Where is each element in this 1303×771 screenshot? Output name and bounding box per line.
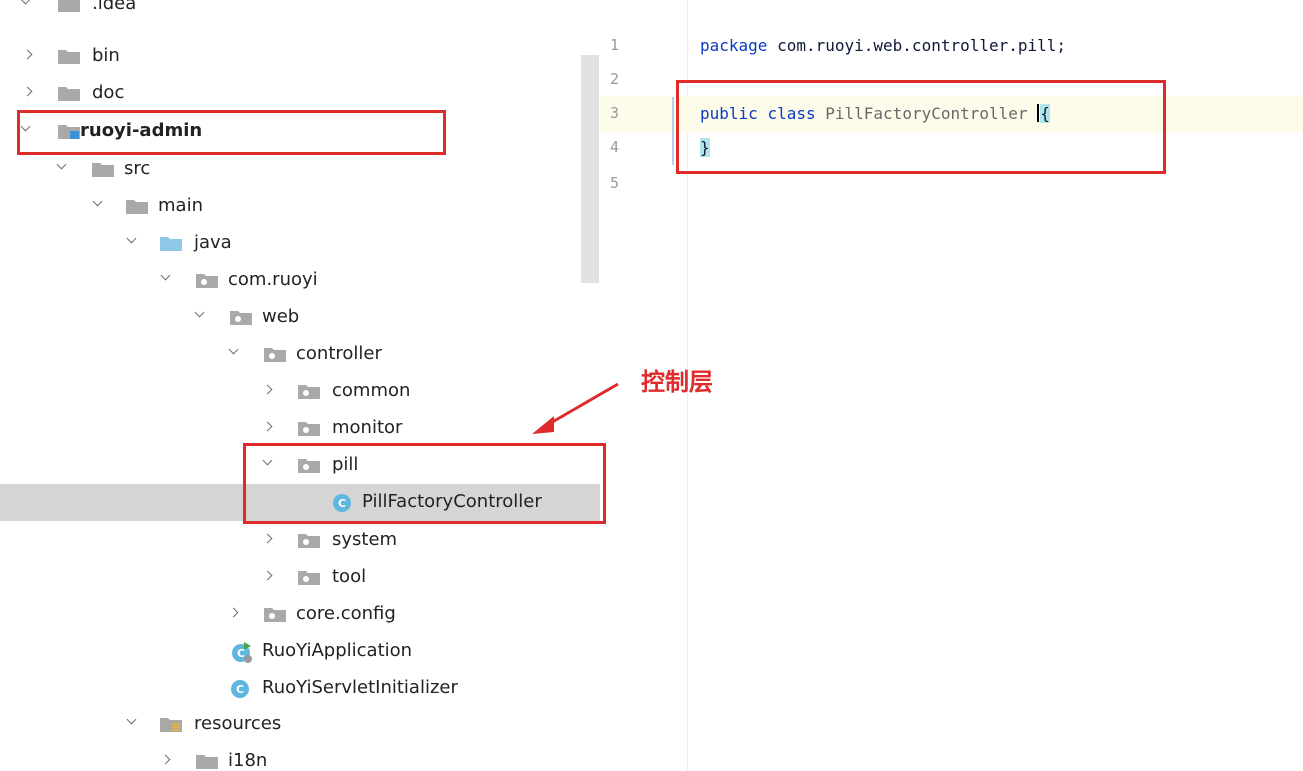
chevron-right-icon[interactable] [262, 533, 273, 544]
tree-item-label: doc [92, 82, 125, 103]
tree-item-web[interactable]: web [0, 299, 600, 336]
package-icon [298, 571, 320, 585]
code-line-1[interactable]: 1 package com.ruoyi.web.controller.pill; [600, 28, 1303, 65]
highlight-box-pill-package [243, 443, 606, 524]
tree-scrollbar[interactable] [581, 55, 599, 283]
package-icon [298, 385, 320, 399]
chevron-down-icon[interactable] [126, 233, 137, 244]
tree-item-java[interactable]: java [0, 225, 600, 262]
chevron-down-icon[interactable] [194, 307, 205, 318]
chevron-down-icon[interactable] [160, 270, 171, 281]
tree-item-label: web [262, 306, 300, 327]
chevron-right-icon[interactable] [262, 384, 273, 395]
tree-item-idea[interactable]: .idea [0, 0, 600, 23]
package-icon [298, 422, 320, 436]
highlight-box-ruoyi-admin [17, 110, 446, 155]
line-number: 3 [610, 104, 620, 122]
folder-icon [58, 0, 80, 12]
tree-item-i18n[interactable]: i18n [0, 743, 600, 771]
annotation-arrow-icon [532, 382, 619, 434]
tree-item-doc[interactable]: doc [0, 75, 600, 112]
tree-item-label: RuoYiServletInitializer [262, 677, 458, 698]
tree-item-label: monitor [332, 417, 403, 438]
chevron-right-icon[interactable] [262, 570, 273, 581]
chevron-down-icon[interactable] [92, 196, 103, 207]
annotation-label: 控制层 [641, 367, 713, 396]
tree-item-monitor[interactable]: monitor [0, 410, 600, 447]
folder-icon [58, 87, 80, 101]
application-class-icon: C [232, 642, 252, 663]
folder-icon [92, 163, 114, 177]
tree-item-label: bin [92, 45, 120, 66]
tree-item-resources[interactable]: resources [0, 706, 600, 743]
package-icon [196, 274, 218, 288]
resources-folder-icon [160, 718, 182, 732]
tree-item-controller[interactable]: controller [0, 336, 600, 373]
keyword-package: package [700, 36, 768, 55]
tree-item-label: java [194, 232, 232, 253]
tree-item-label: core.config [296, 603, 396, 624]
tree-item-label: src [124, 158, 151, 179]
line-number: 4 [610, 138, 620, 156]
folder-icon [58, 50, 80, 64]
code-text: package com.ruoyi.web.controller.pill; [700, 35, 1066, 57]
tree-item-ruoyi-application[interactable]: C RuoYiApplication [0, 633, 600, 670]
package-icon [264, 348, 286, 362]
tree-item-core-config[interactable]: core.config [0, 596, 600, 633]
folder-icon [126, 200, 148, 214]
chevron-down-icon[interactable] [56, 159, 67, 170]
chevron-right-icon[interactable] [262, 421, 273, 432]
tree-item-bin[interactable]: bin [0, 38, 600, 75]
tree-item-tool[interactable]: tool [0, 559, 600, 596]
package-name: com.ruoyi.web.controller.pill; [767, 36, 1067, 55]
tree-item-label: main [158, 195, 203, 216]
tree-item-label: system [332, 529, 398, 550]
chevron-down-icon[interactable] [228, 344, 239, 355]
chevron-right-icon[interactable] [22, 86, 33, 97]
tree-item-label: resources [194, 713, 282, 734]
tree-item-label: RuoYiApplication [262, 640, 413, 661]
fold-indicator [672, 97, 674, 165]
tree-item-ruoyi-servlet-initializer[interactable]: C RuoYiServletInitializer [0, 670, 600, 707]
tree-item-label: common [332, 380, 411, 401]
class-icon: C [231, 680, 249, 698]
svg-text:C: C [236, 683, 244, 696]
tree-item-label: tool [332, 566, 367, 587]
tree-item-com-ruoyi[interactable]: com.ruoyi [0, 262, 600, 299]
package-icon [230, 311, 252, 325]
tree-item-label: controller [296, 343, 382, 364]
package-icon [264, 608, 286, 622]
chevron-down-icon[interactable] [20, 0, 31, 5]
highlight-box-class-code [676, 80, 1166, 174]
tree-item-main[interactable]: main [0, 188, 600, 225]
tree-item-common[interactable]: common [0, 373, 600, 410]
folder-icon [196, 755, 218, 769]
line-number: 5 [610, 174, 620, 192]
tree-item-system[interactable]: system [0, 522, 600, 559]
tree-item-label: .idea [92, 0, 137, 14]
chevron-right-icon[interactable] [160, 754, 171, 765]
svg-text:C: C [237, 647, 245, 660]
source-folder-icon [160, 237, 182, 251]
tree-item-src[interactable]: src [0, 151, 600, 188]
chevron-down-icon[interactable] [126, 714, 137, 725]
package-icon [298, 534, 320, 548]
chevron-right-icon[interactable] [228, 607, 239, 618]
tree-item-label: i18n [228, 750, 268, 771]
line-number: 2 [610, 70, 620, 88]
chevron-right-icon[interactable] [22, 49, 33, 60]
line-number: 1 [610, 36, 620, 54]
tree-item-label: com.ruoyi [228, 269, 318, 290]
